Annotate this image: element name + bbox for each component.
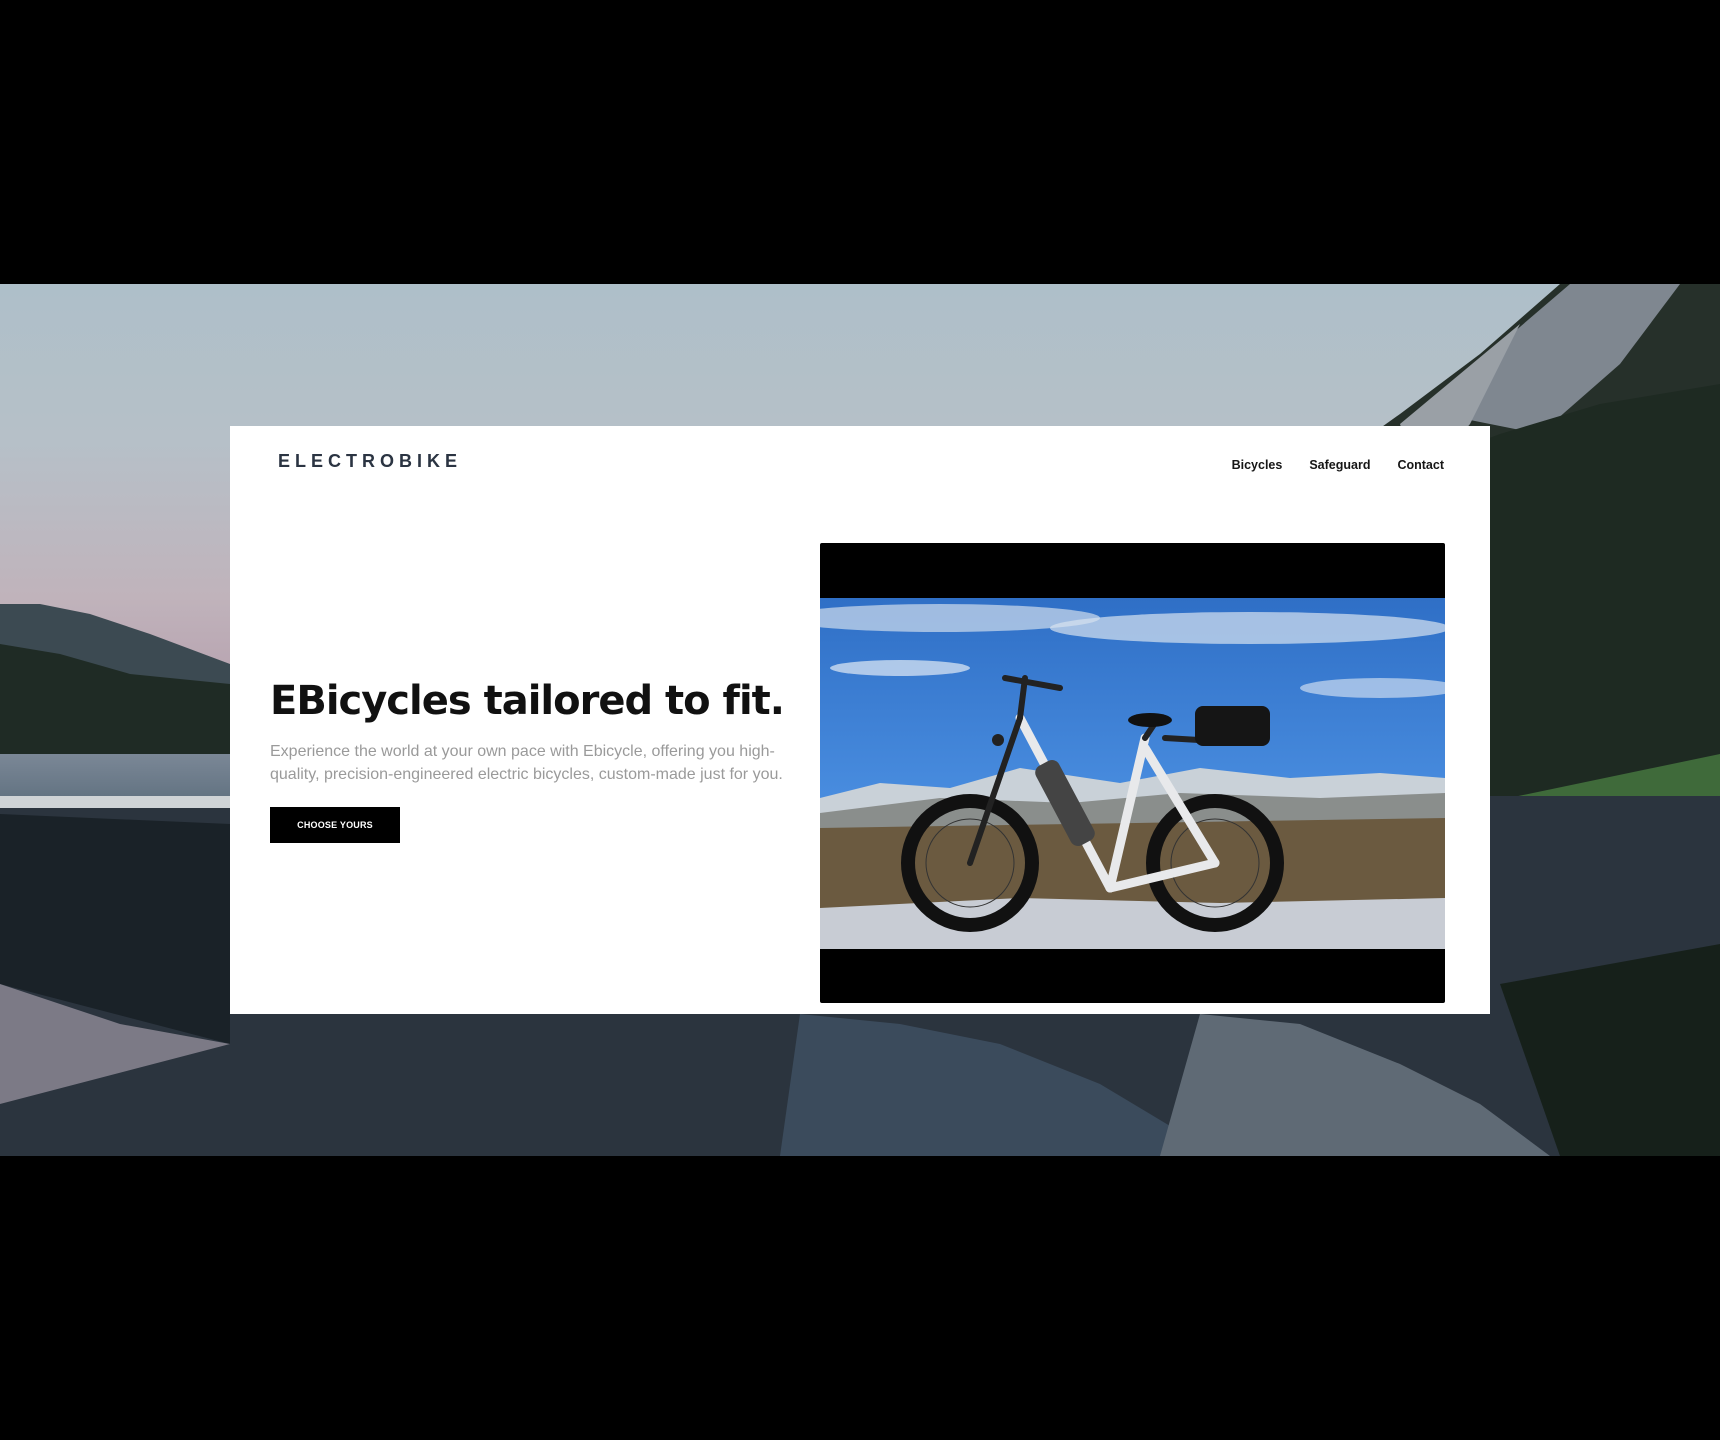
main-nav: Bicycles Safeguard Contact xyxy=(1232,458,1444,472)
hero-description: Experience the world at your own pace wi… xyxy=(270,743,783,783)
website-card: ELECTROBIKE Bicycles Safeguard Contact E… xyxy=(230,426,1490,1014)
hero-title: EBicycles tailored to fit. xyxy=(270,678,785,724)
logo-text: ELECTROBIKE xyxy=(278,451,463,471)
brand-logo[interactable]: ELECTROBIKE xyxy=(278,451,462,472)
screenshot-stage: ELECTROBIKE Bicycles Safeguard Contact E… xyxy=(0,0,1720,1440)
hero-bike-image xyxy=(820,543,1445,1003)
nav-item-safeguard[interactable]: Safeguard xyxy=(1309,458,1370,472)
nav-item-contact[interactable]: Contact xyxy=(1397,458,1444,472)
nav-item-bicycles[interactable]: Bicycles xyxy=(1232,458,1283,472)
choose-yours-button[interactable]: CHOOSE YOURS xyxy=(270,807,400,843)
ebike-photo xyxy=(820,598,1445,949)
